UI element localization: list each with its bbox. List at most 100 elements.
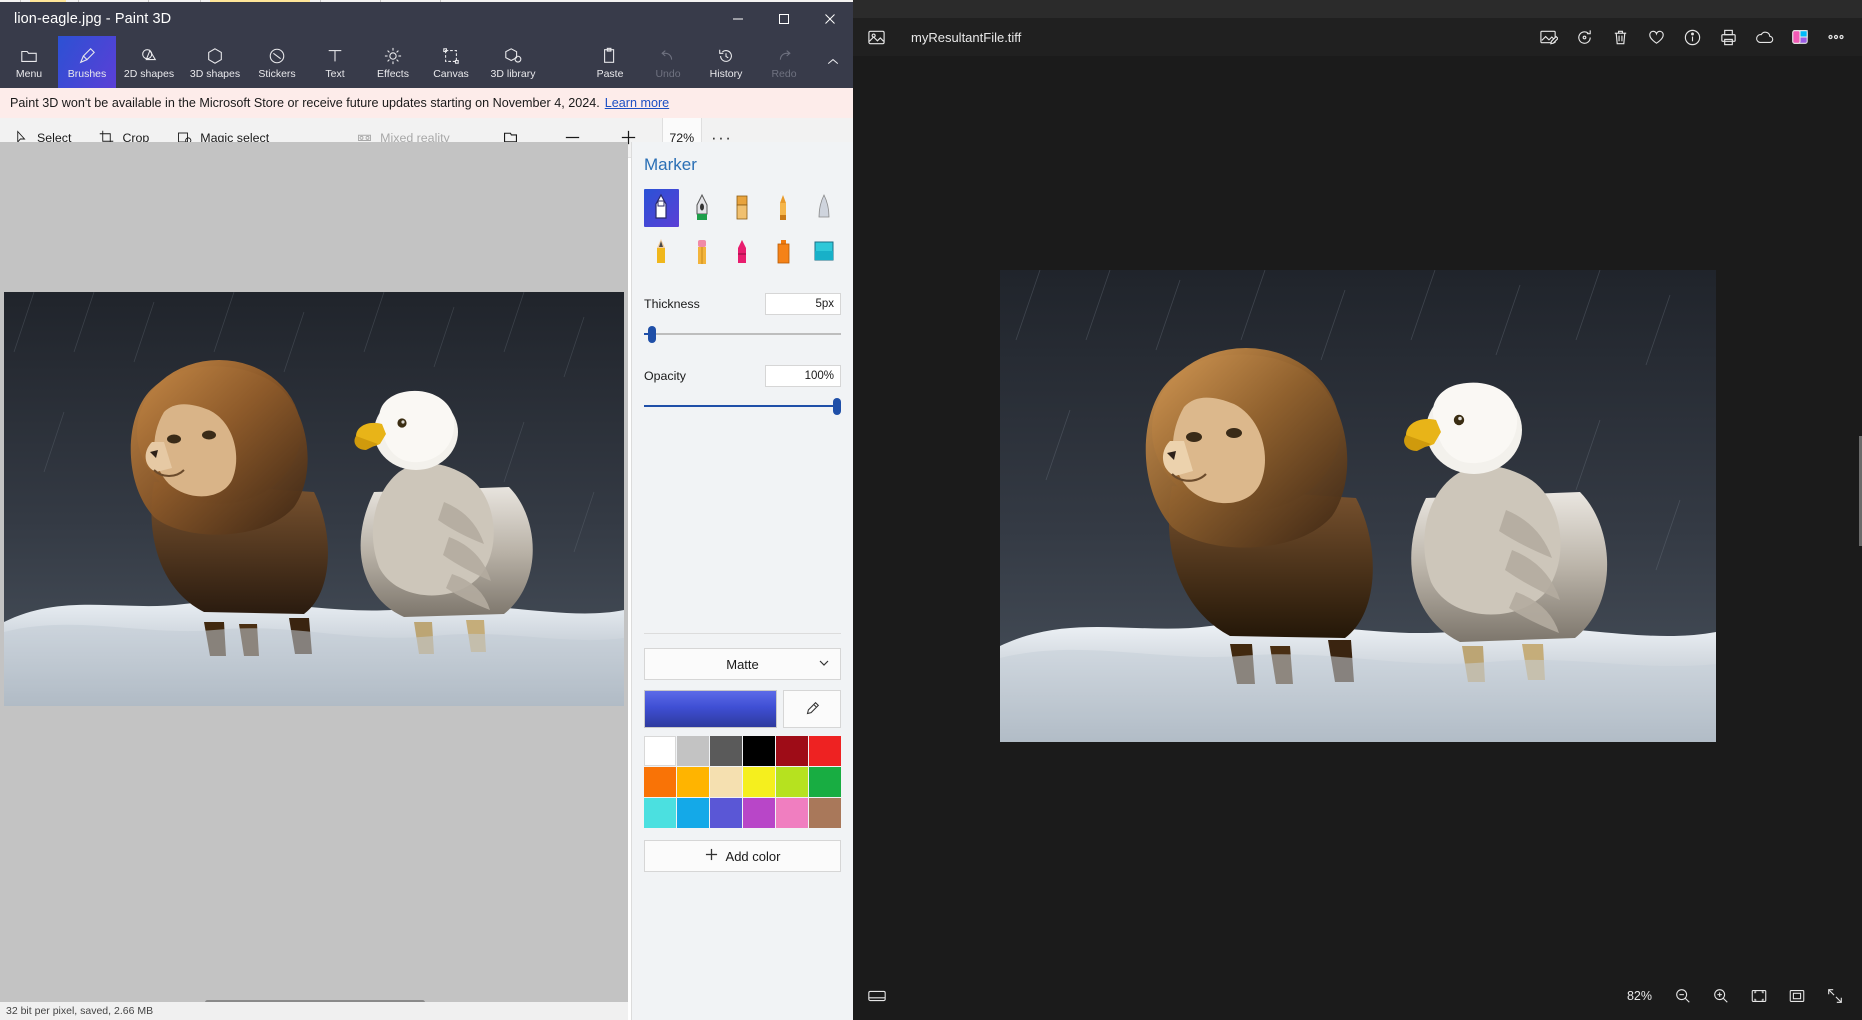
brush-tool-panel: Marker Thickness 5px Opacity 100% Matte … — [631, 142, 853, 1020]
photos-image-viewport[interactable] — [853, 56, 1862, 956]
photos-edit-image-button[interactable] — [1531, 20, 1565, 54]
ribbon-label-history: History — [709, 67, 743, 80]
thickness-slider-knob[interactable] — [648, 326, 656, 343]
photos-designer-button[interactable] — [1783, 20, 1817, 54]
swatch-white[interactable] — [644, 736, 676, 766]
photos-actual-size-button[interactable] — [1780, 979, 1814, 1013]
photos-image[interactable] — [999, 270, 1716, 742]
fit-to-window-icon — [1751, 990, 1767, 1002]
swatch-yellow[interactable] — [743, 767, 775, 797]
brush-calligraphy-brush[interactable] — [725, 189, 760, 227]
thickness-value-input[interactable]: 5px — [765, 293, 841, 315]
photos-favorite-button[interactable] — [1639, 20, 1673, 54]
opacity-row: Opacity 100% — [644, 365, 841, 387]
swatch-pink[interactable] — [776, 798, 808, 828]
opacity-value-input[interactable]: 100% — [765, 365, 841, 387]
filmstrip-icon — [868, 990, 886, 1002]
brush-crayon[interactable] — [725, 233, 760, 271]
swatch-lime[interactable] — [776, 767, 808, 797]
swatch-red[interactable] — [809, 736, 841, 766]
photos-rotate-button[interactable] — [1567, 20, 1601, 54]
thickness-slider[interactable] — [644, 325, 841, 343]
material-dropdown-value: Matte — [726, 656, 759, 672]
swatch-dark-red[interactable] — [776, 736, 808, 766]
swatch-blue[interactable] — [677, 798, 709, 828]
ribbon-label-text: Text — [325, 67, 345, 80]
banner-text: Paint 3D won't be available in the Micro… — [10, 96, 600, 110]
photos-more-options-button[interactable] — [1819, 20, 1853, 54]
eyedropper-button[interactable] — [783, 690, 841, 728]
add-color-button[interactable]: Add color — [644, 840, 841, 872]
opacity-slider-knob[interactable] — [833, 398, 841, 415]
brush-marker[interactable] — [644, 189, 679, 227]
brush-watercolor[interactable] — [806, 189, 841, 227]
more-options-icon — [1828, 34, 1844, 40]
thickness-label: Thickness — [644, 297, 700, 311]
ribbon-item-history[interactable]: History — [697, 36, 755, 88]
swatch-purple[interactable] — [743, 798, 775, 828]
brush-eraser[interactable] — [685, 233, 720, 271]
ribbon-collapse-chevron-icon[interactable] — [813, 36, 853, 88]
swatch-amber[interactable] — [677, 767, 709, 797]
color-swatch-grid — [644, 736, 841, 828]
swatch-dark-gray[interactable] — [710, 736, 742, 766]
current-color-swatch[interactable] — [644, 690, 777, 728]
photos-onedrive-button[interactable] — [1747, 20, 1781, 54]
paint3d-window: lion-eagle.jpg - Paint 3D Menu Brushes 2… — [0, 2, 853, 1020]
photos-top-strip — [853, 0, 1862, 18]
swatch-cyan[interactable] — [644, 798, 676, 828]
rotate-icon — [1577, 29, 1591, 44]
photos-zoom-out-button[interactable] — [1666, 979, 1700, 1013]
photos-delete-button[interactable] — [1603, 20, 1637, 54]
swatch-orange[interactable] — [644, 767, 676, 797]
ribbon-item-text[interactable]: Text — [306, 36, 364, 88]
brush-fill[interactable] — [806, 233, 841, 271]
photos-fit-to-window-button[interactable] — [1742, 979, 1776, 1013]
artwork-lion-eagle-right — [999, 270, 1716, 742]
ribbon-label-stickers: Stickers — [258, 67, 296, 80]
ribbon-item-canvas[interactable]: Canvas — [422, 36, 480, 88]
swatch-cream[interactable] — [710, 767, 742, 797]
paint3d-minimize-button[interactable] — [715, 2, 761, 36]
photos-filename: myResultantFile.tiff — [911, 29, 1022, 45]
ribbon-item-3d-shapes[interactable]: 3D shapes — [182, 36, 248, 88]
ribbon-item-brushes[interactable]: Brushes — [58, 36, 116, 88]
designer-icon — [1792, 30, 1808, 44]
swatch-light-gray[interactable] — [677, 736, 709, 766]
opacity-slider[interactable] — [644, 397, 841, 415]
photos-zoom-value: 82% — [1626, 989, 1652, 1003]
swatch-indigo[interactable] — [710, 798, 742, 828]
ribbon-item-menu[interactable]: Menu — [0, 36, 58, 88]
brush-pencil[interactable] — [644, 233, 679, 271]
paint3d-ribbon: Menu Brushes 2D shapes 3D shapes Sticker… — [0, 36, 853, 88]
ribbon-item-effects[interactable]: Effects — [364, 36, 422, 88]
brush-oil-brush[interactable] — [766, 189, 801, 227]
brush-spray-can[interactable] — [766, 233, 801, 271]
opacity-label: Opacity — [644, 369, 687, 383]
banner-learn-more-link[interactable]: Learn more — [605, 96, 669, 110]
photos-info-button[interactable] — [1675, 20, 1709, 54]
info-icon — [1684, 29, 1700, 45]
ribbon-item-paste[interactable]: Paste — [581, 36, 639, 88]
brush-calligraphy-pen[interactable] — [685, 189, 720, 227]
swatch-brown[interactable] — [809, 798, 841, 828]
paint3d-close-button[interactable] — [807, 2, 853, 36]
ribbon-item-stickers[interactable]: Stickers — [248, 36, 306, 88]
ribbon-label-effects: Effects — [377, 67, 409, 80]
material-dropdown[interactable]: Matte — [644, 648, 841, 680]
thickness-row: Thickness 5px — [644, 293, 841, 315]
photos-fullscreen-button[interactable] — [1818, 979, 1852, 1013]
ribbon-item-3d-library[interactable]: 3D library — [480, 36, 546, 88]
paint3d-titlebar: lion-eagle.jpg - Paint 3D — [0, 2, 853, 36]
photos-filmstrip-toggle[interactable] — [867, 986, 887, 1006]
paint3d-artboard[interactable] — [4, 292, 624, 706]
swatch-black[interactable] — [743, 736, 775, 766]
paint3d-maximize-button[interactable] — [761, 2, 807, 36]
paint3d-canvas-area[interactable]: 32 bit per pixel, saved, 2.66 MB — [0, 142, 628, 1020]
paint3d-window-title: lion-eagle.jpg - Paint 3D — [14, 11, 172, 27]
add-color-label: Add color — [725, 848, 781, 864]
ribbon-item-2d-shapes[interactable]: 2D shapes — [116, 36, 182, 88]
photos-zoom-in-button[interactable] — [1704, 979, 1738, 1013]
swatch-green[interactable] — [809, 767, 841, 797]
photos-print-button[interactable] — [1711, 20, 1745, 54]
